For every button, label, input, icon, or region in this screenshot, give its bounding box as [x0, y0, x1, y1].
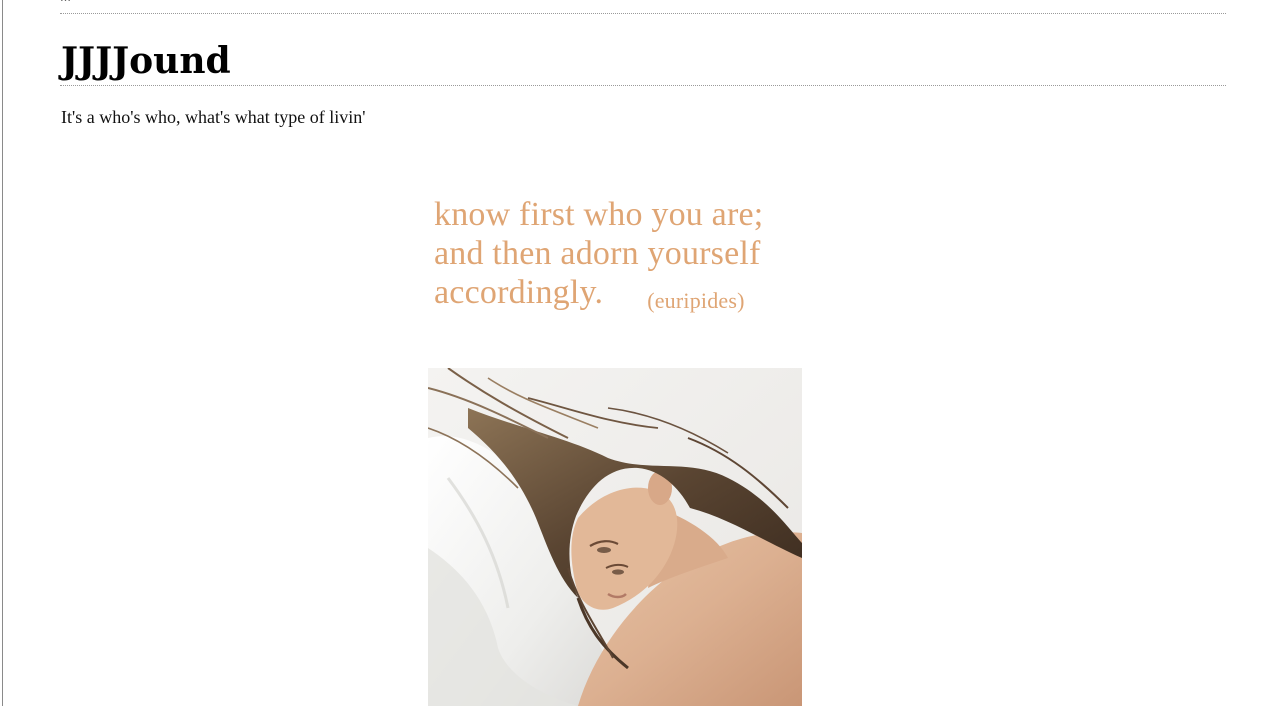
window-left-border [2, 0, 3, 706]
site-tagline: It's a who's who, what's what type of li… [61, 107, 366, 127]
quote-line-3: accordingly. (euripides) [434, 273, 794, 315]
quote-line-3-text: accordingly. [434, 274, 604, 311]
top-nav-fragment: … [60, 0, 72, 4]
page: … JJJJound It's a who's who, what's what… [0, 0, 1280, 706]
quote-author: (euripides) [647, 288, 745, 313]
site-title[interactable]: JJJJound [61, 38, 231, 84]
title-divider [60, 85, 1226, 86]
post-photo[interactable] [428, 368, 802, 706]
quote-line-1: know first who you are; [434, 196, 764, 233]
top-navigation-strip: … [60, 0, 1226, 14]
quote-line-2: and then adorn yourself [434, 235, 761, 272]
photo-woman-on-pillow-image [428, 368, 802, 706]
top-divider [60, 13, 1226, 14]
quote-image: know first who you are; and then adorn y… [434, 195, 794, 315]
